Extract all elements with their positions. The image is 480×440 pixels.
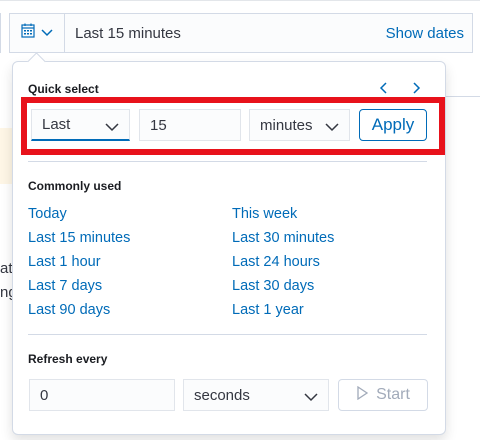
divider — [28, 161, 427, 162]
page-callout-edge — [0, 128, 12, 184]
commonly-used-title: Commonly used — [28, 179, 122, 193]
commonly-used-link[interactable]: Last 30 minutes — [232, 230, 334, 246]
date-range-label[interactable]: Last 15 minutes — [65, 25, 386, 42]
highlight-box — [21, 97, 445, 155]
page-top-border — [0, 0, 480, 1]
commonly-used-link[interactable]: Today — [28, 206, 67, 222]
refresh-every-title: Refresh every — [28, 352, 108, 366]
quick-select-button[interactable] — [10, 14, 65, 52]
refresh-unit-select[interactable]: seconds — [183, 379, 329, 411]
refresh-interval-input[interactable]: 0 — [29, 379, 175, 411]
commonly-used-link[interactable]: This week — [232, 206, 297, 222]
start-refresh-button[interactable]: Start — [338, 379, 428, 411]
interval-value: 0 — [40, 386, 49, 404]
page-left-edge — [0, 13, 1, 53]
commonly-used-link[interactable]: Last 90 days — [28, 302, 110, 318]
chevron-right-icon[interactable] — [409, 81, 423, 95]
show-dates-link[interactable]: Show dates — [386, 25, 472, 42]
chevron-left-icon[interactable] — [377, 81, 391, 95]
start-label: Start — [376, 386, 410, 403]
commonly-used-link[interactable]: Last 30 days — [232, 278, 314, 294]
commonly-used-link[interactable]: Last 24 hours — [232, 254, 320, 270]
commonly-used-link[interactable]: Last 1 year — [232, 302, 304, 318]
divider — [28, 334, 427, 335]
refresh-unit-value: seconds — [194, 386, 250, 404]
quick-select-title: Quick select — [28, 82, 99, 96]
date-picker: Last 15 minutes Show dates — [9, 13, 473, 53]
commonly-used-link[interactable]: Last 15 minutes — [28, 230, 130, 246]
commonly-used-link[interactable]: Last 1 hour — [28, 254, 101, 270]
play-icon — [356, 385, 369, 405]
commonly-used-link[interactable]: Last 7 days — [28, 278, 102, 294]
calendar-icon — [21, 23, 35, 43]
chevron-down-icon — [41, 24, 53, 42]
chevron-down-icon — [304, 389, 318, 406]
